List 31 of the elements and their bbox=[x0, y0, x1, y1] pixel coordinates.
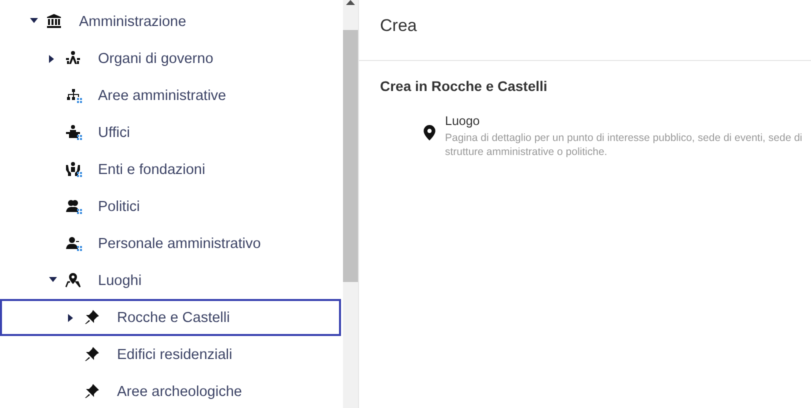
tree-item[interactable]: Edifici residenziali bbox=[0, 336, 341, 373]
map-pin-icon bbox=[65, 272, 82, 289]
panel-title: Crea bbox=[380, 16, 417, 35]
person-icon bbox=[65, 235, 82, 252]
people-group-icon bbox=[65, 50, 82, 67]
caret-down-icon[interactable] bbox=[49, 276, 57, 284]
pushpin-icon bbox=[84, 309, 101, 326]
pushpin-icon bbox=[84, 346, 101, 363]
tree-item[interactable]: Uffici bbox=[0, 114, 341, 151]
option-title[interactable]: Luogo bbox=[445, 114, 810, 128]
option-description: Pagina di dettaglio per un punto di interesse pubblico, sede di eventi, sede di strutture amministrative o politiche. bbox=[445, 131, 804, 159]
tree-item[interactable]: Politici bbox=[0, 188, 341, 225]
columns-building-icon bbox=[46, 13, 63, 30]
section-title: Crea in Rocche e Castelli bbox=[380, 78, 548, 94]
people-icon bbox=[65, 198, 82, 215]
hands-person-icon bbox=[65, 161, 82, 178]
tree-item[interactable]: Rocche e Castelli bbox=[0, 299, 341, 336]
tree-item[interactable]: Amministrazione bbox=[0, 3, 341, 40]
tree-item[interactable]: Aree amministrative bbox=[0, 77, 341, 114]
caret-down-icon[interactable] bbox=[30, 18, 38, 26]
org-chart-icon bbox=[65, 87, 82, 104]
tree-item[interactable]: Enti e fondazioni bbox=[0, 151, 341, 188]
tree-item[interactable]: Aree archeologiche bbox=[0, 373, 341, 408]
desk-person-icon bbox=[65, 124, 82, 141]
tree-item[interactable]: Luoghi bbox=[0, 262, 341, 299]
pushpin-icon bbox=[84, 383, 101, 400]
scrollbar-thumb[interactable] bbox=[343, 30, 358, 282]
scroll-up-icon[interactable] bbox=[346, 0, 355, 8]
tree-item[interactable]: Personale amministrativo bbox=[0, 225, 341, 262]
location-marker-icon[interactable] bbox=[421, 123, 438, 143]
tree-item[interactable]: Organi di governo bbox=[0, 40, 341, 77]
